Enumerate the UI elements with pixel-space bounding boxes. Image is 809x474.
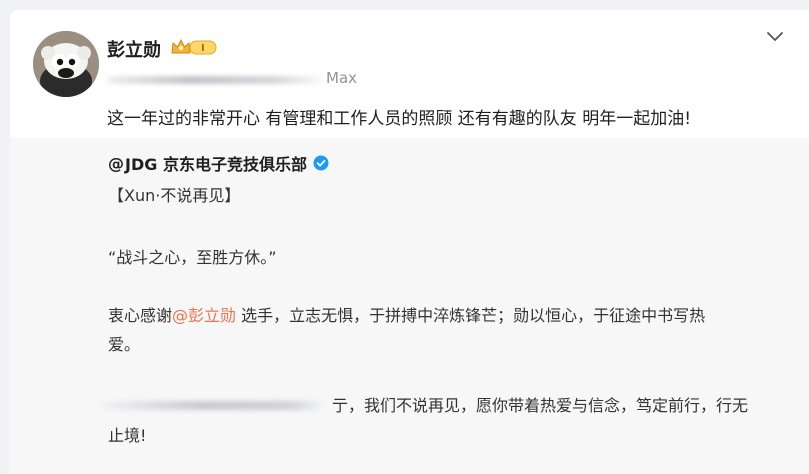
blurred-timestamp <box>107 76 321 84</box>
repost-title: 【Xun·不说再见】 <box>108 186 241 205</box>
thanks-prefix: 衷心感谢 <box>108 306 173 325</box>
collapse-button[interactable] <box>764 25 786 47</box>
verified-badge-icon <box>313 155 329 171</box>
vip-level-text: I <box>201 43 205 54</box>
repost-quote: “战斗之心，至胜方休。” <box>108 248 277 267</box>
blurred-text <box>102 401 322 410</box>
reposted-content[interactable]: @ JDG 京东电子竞技俱乐部 【Xun·不说再见】 “战斗之心，至胜方休。” … <box>10 138 809 474</box>
repost-thanks-line: 衷心感谢@彭立勋 选手，立志无惧，于拼搏中淬炼锋芒；勋以恒心，于征途中书写热 <box>108 302 705 326</box>
post-meta: Max <box>107 68 377 90</box>
post-source-device: Max <box>326 69 358 87</box>
author-name[interactable]: 彭立勋 <box>107 36 161 62</box>
repost-author[interactable]: @ JDG 京东电子竞技俱乐部 <box>108 151 329 175</box>
avatar[interactable] <box>33 31 99 97</box>
repost-author-name: JDG 京东电子竞技俱乐部 <box>125 155 307 174</box>
vip-crown-badge-icon[interactable]: I <box>170 37 218 57</box>
repost-farewell-line: 亍，我们不说再见，愿你带着热爱与信念，笃定前行，行无 <box>332 396 749 415</box>
thanks-suffix: 选手，立志无惧，于拼搏中淬炼锋芒；勋以恒心，于征途中书写热 <box>241 306 706 325</box>
weibo-post-card: 彭立勋 I Max 这一年过的非常开心 有管理和工作人员的照顾 还有有趣的队友 … <box>10 10 809 474</box>
mention-link[interactable]: @彭立勋 <box>172 306 236 325</box>
repost-author-at: @ <box>108 153 124 173</box>
chevron-down-icon <box>767 32 783 41</box>
repost-farewell-wrap: 止境! <box>108 426 147 445</box>
repost-thanks-wrap: 爱。 <box>108 335 141 354</box>
post-text: 这一年过的非常开心 有管理和工作人员的照顾 还有有趣的队友 明年一起加油! <box>107 109 692 129</box>
